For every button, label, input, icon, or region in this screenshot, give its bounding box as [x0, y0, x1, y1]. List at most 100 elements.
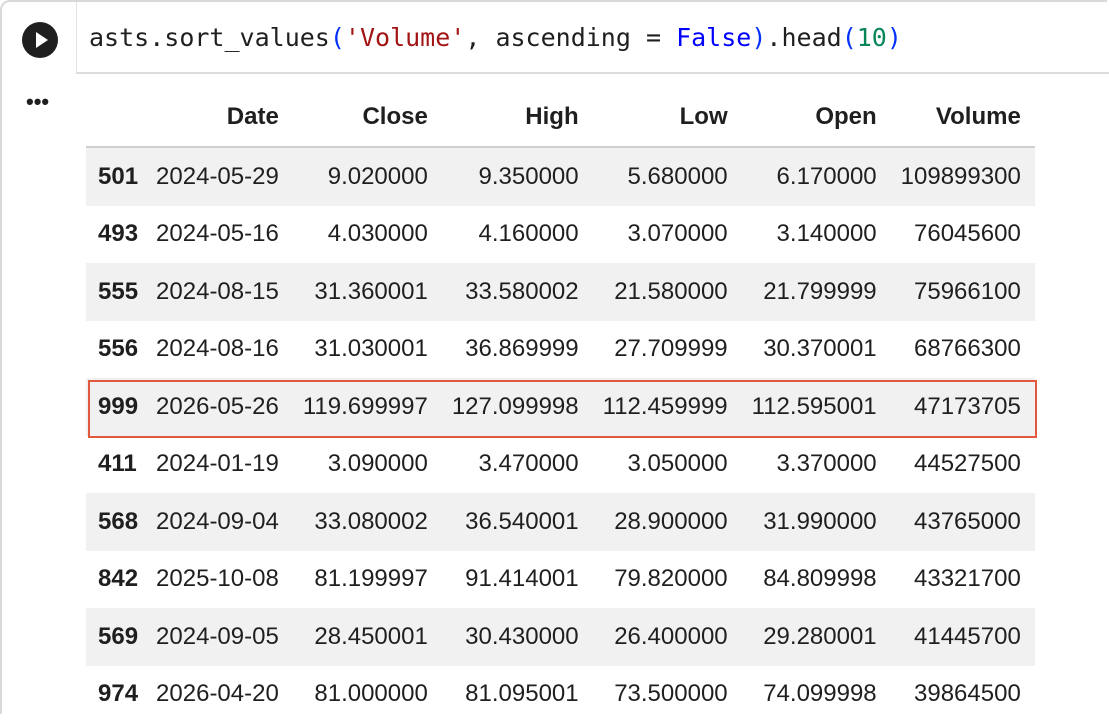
table-cell: 2025-10-08	[146, 551, 293, 609]
table-cell: 2024-01-19	[146, 436, 293, 494]
table-cell: 9.020000	[293, 147, 442, 206]
table-cell: 9.350000	[442, 147, 593, 206]
table-row: 5552024-08-1531.36000133.58000221.580000…	[86, 263, 1035, 321]
table-cell: 3.140000	[742, 206, 891, 264]
table-row: 5012024-05-299.0200009.3500005.6800006.1…	[86, 147, 1035, 206]
column-header: Volume	[891, 88, 1035, 147]
code-token-method: sort_values	[164, 23, 330, 52]
code-token-paren: )	[887, 23, 902, 52]
table-cell: 81.199997	[293, 551, 442, 609]
table-cell: 43765000	[891, 493, 1035, 551]
table-cell: 3.470000	[442, 436, 593, 494]
table-cell: 30.370001	[742, 321, 891, 379]
row-index: 974	[86, 666, 146, 723]
table-header: DateCloseHighLowOpenVolume	[86, 88, 1035, 147]
code-token-string: 'Volume'	[345, 23, 465, 52]
table-row: 8422025-10-0881.19999791.41400179.820000…	[86, 551, 1035, 609]
column-header: Close	[293, 88, 442, 147]
index-header	[86, 88, 146, 147]
table-cell: 3.070000	[593, 206, 742, 264]
code-token-method: head	[781, 23, 841, 52]
notebook-cell: asts.sort_values('Volume', ascending = F…	[0, 0, 1107, 714]
table-row: 5562024-08-1631.03000136.86999927.709999…	[86, 321, 1035, 379]
table-cell: 21.799999	[742, 263, 891, 321]
column-header: Open	[742, 88, 891, 147]
table-cell: 28.900000	[593, 493, 742, 551]
table-cell: 31.990000	[742, 493, 891, 551]
table-cell: 76045600	[891, 206, 1035, 264]
row-index: 501	[86, 147, 146, 206]
table-cell: 31.360001	[293, 263, 442, 321]
table-row: 5692024-09-0528.45000130.43000026.400000…	[86, 608, 1035, 666]
table-cell: 43321700	[891, 551, 1035, 609]
column-header: Date	[146, 88, 293, 147]
code-editor[interactable]: asts.sort_values('Volume', ascending = F…	[76, 2, 1109, 74]
table-cell: 21.580000	[593, 263, 742, 321]
table-cell: 41445700	[891, 608, 1035, 666]
row-index: 999	[86, 378, 146, 436]
code-token-kwarg: ascending =	[495, 23, 676, 52]
column-header: High	[442, 88, 593, 147]
table-cell: 81.095001	[442, 666, 593, 723]
table-cell: 112.595001	[742, 378, 891, 436]
table-cell: 119.699997	[293, 378, 442, 436]
table-cell: 47173705	[891, 378, 1035, 436]
table-cell: 2024-05-16	[146, 206, 293, 264]
code-token-number: 10	[857, 23, 887, 52]
table-cell: 3.090000	[293, 436, 442, 494]
output-actions-icon[interactable]: •••	[26, 92, 54, 112]
code-token-paren: (	[842, 23, 857, 52]
table-cell: 44527500	[891, 436, 1035, 494]
play-icon	[22, 22, 58, 58]
dataframe-table: DateCloseHighLowOpenVolume 5012024-05-29…	[86, 88, 1035, 723]
table-cell: 31.030001	[293, 321, 442, 379]
table-cell: 30.430000	[442, 608, 593, 666]
table-cell: 39864500	[891, 666, 1035, 723]
table-cell: 27.709999	[593, 321, 742, 379]
table-cell: 2026-05-26	[146, 378, 293, 436]
row-index: 556	[86, 321, 146, 379]
table-cell: 6.170000	[742, 147, 891, 206]
header-row: DateCloseHighLowOpenVolume	[86, 88, 1035, 147]
table-cell: 75966100	[891, 263, 1035, 321]
run-cell-button[interactable]	[22, 22, 58, 58]
table-cell: 79.820000	[593, 551, 742, 609]
table-cell: 74.099998	[742, 666, 891, 723]
table-cell: 68766300	[891, 321, 1035, 379]
table-cell: 2024-09-05	[146, 608, 293, 666]
code-row: asts.sort_values('Volume', ascending = F…	[2, 2, 1109, 74]
table-row: 5682024-09-0433.08000236.54000128.900000…	[86, 493, 1035, 551]
code-token-object: asts	[89, 23, 149, 52]
code-token-paren: )	[751, 23, 766, 52]
table-cell: 4.160000	[442, 206, 593, 264]
table-cell: 26.400000	[593, 608, 742, 666]
table-row: 4932024-05-164.0300004.1600003.0700003.1…	[86, 206, 1035, 264]
table-cell: 3.370000	[742, 436, 891, 494]
table-cell: 84.809998	[742, 551, 891, 609]
code-token-paren: (	[330, 23, 345, 52]
code-token-keyword: False	[676, 23, 751, 52]
table-cell: 2024-09-04	[146, 493, 293, 551]
table-row: 9992026-05-26119.699997127.099998112.459…	[86, 378, 1035, 436]
table-row: 4112024-01-193.0900003.4700003.0500003.3…	[86, 436, 1035, 494]
table-cell: 2024-08-15	[146, 263, 293, 321]
code-token-dot: .	[766, 23, 781, 52]
table-cell: 2024-05-29	[146, 147, 293, 206]
table-cell: 36.869999	[442, 321, 593, 379]
code-token-dot: .	[149, 23, 164, 52]
table-cell: 91.414001	[442, 551, 593, 609]
table-cell: 73.500000	[593, 666, 742, 723]
table-cell: 127.099998	[442, 378, 593, 436]
table-cell: 28.450001	[293, 608, 442, 666]
table-cell: 4.030000	[293, 206, 442, 264]
row-index: 569	[86, 608, 146, 666]
table-cell: 112.459999	[593, 378, 742, 436]
column-header: Low	[593, 88, 742, 147]
table-body: 5012024-05-299.0200009.3500005.6800006.1…	[86, 147, 1035, 723]
table-cell: 36.540001	[442, 493, 593, 551]
code-token-comma: ,	[465, 23, 495, 52]
row-index: 568	[86, 493, 146, 551]
row-index: 555	[86, 263, 146, 321]
table-cell: 2024-08-16	[146, 321, 293, 379]
table-cell: 5.680000	[593, 147, 742, 206]
